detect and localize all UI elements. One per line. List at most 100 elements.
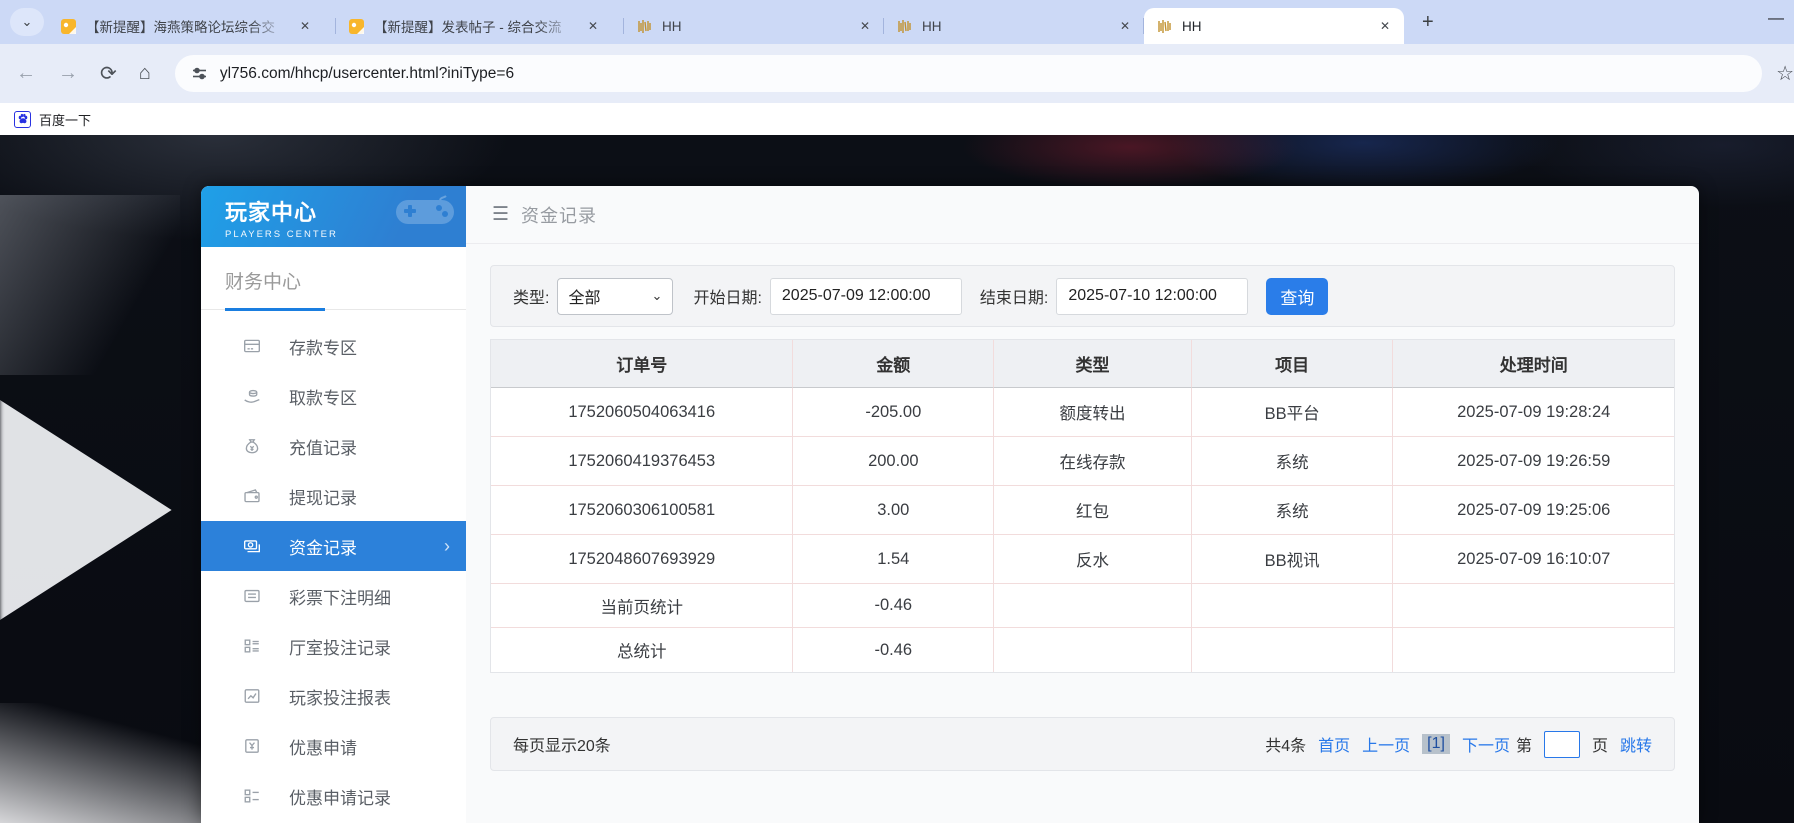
sidebar-item-label: 优惠申请 [289,734,357,759]
end-date-input[interactable] [1056,278,1248,315]
browser-tab-4[interactable]: HH✕ [884,8,1144,44]
site-settings-icon[interactable] [191,65,208,82]
funds-icon [243,536,263,556]
tab-title: 【新提醒】发表帖子 - 综合交流 [374,16,574,36]
table-cell: 系统 [1192,437,1394,486]
type-label: 类型: [513,284,549,308]
table-cell [994,584,1192,628]
tab-strip: ⌄ 【新提醒】海燕策略论坛综合交✕【新提醒】发表帖子 - 综合交流✕HH✕HH✕… [0,0,1794,44]
type-select-value: 全部 [568,284,600,308]
tab-title: HH [1182,19,1366,34]
table-cell: 系统 [1192,486,1394,535]
url-text: yl756.com/hhcp/usercenter.html?iniType=6 [220,65,514,83]
browser-tab-1[interactable]: 【新提醒】海燕策略论坛综合交✕ [48,8,336,44]
forum-favicon-icon [60,18,77,35]
background-streak [0,195,180,375]
table-cell: 1.54 [793,535,994,584]
reload-button[interactable]: ⟳ [100,61,117,86]
hh-favicon-icon [896,18,913,35]
hamburger-icon: ☰ [492,203,509,226]
prev-page-link[interactable]: 上一页 [1362,732,1410,756]
bookmark-baidu[interactable]: 百度一下 [14,110,91,129]
gamepad-icon [396,194,454,239]
table-cell: 2025-07-09 19:28:24 [1393,388,1674,437]
tab-search-button[interactable]: ⌄ [10,8,44,36]
table-row: 17520486076939291.54反水BB视讯2025-07-09 16:… [491,535,1674,584]
column-header: 处理时间 [1393,340,1674,388]
browser-tab-2[interactable]: 【新提醒】发表帖子 - 综合交流 ✕ [336,8,624,44]
first-page-link[interactable]: 首页 [1318,732,1350,756]
sidebar-item-withdraw[interactable]: 取款专区› [201,371,466,421]
forward-button[interactable]: → [58,62,78,85]
sidebar-item-funds[interactable]: 资金记录› [201,521,466,571]
user-center-panel: 玩家中心 PLAYERS CENTER 财务中心 [201,186,1699,823]
bookmarks-bar: 百度一下 [0,103,1794,135]
sidebar-menu: 存款专区›取款专区›充值记录›提现记录›资金记录›彩票下注明细›厅室投注记录›玩… [201,321,466,821]
sidebar-item-label: 厅室投注记录 [289,634,391,659]
page-prefix-label: 第 [1516,732,1532,756]
jump-link[interactable]: 跳转 [1620,732,1652,756]
sidebar-item-label: 资金记录 [289,534,357,559]
column-header: 订单号 [491,340,793,388]
table-cell: 2025-07-09 19:25:06 [1393,486,1674,535]
tab-close-icon[interactable]: ✕ [1376,17,1394,35]
promorec-icon [243,786,263,806]
sidebar-item-cashout[interactable]: 提现记录› [201,471,466,521]
sidebar-item-promorec[interactable]: 优惠申请记录› [201,771,466,821]
column-header: 金额 [793,340,994,388]
hh-favicon-icon [636,18,653,35]
sidebar-item-recharge[interactable]: 充值记录› [201,421,466,471]
table-cell: 当前页统计 [491,584,793,628]
window-minimize-button[interactable]: — [1768,10,1784,28]
page-title: 资金记录 [521,202,597,228]
home-button[interactable]: ⌂ [139,62,151,85]
table-cell: 2025-07-09 19:26:59 [1393,437,1674,486]
tab-close-icon[interactable]: ✕ [856,17,874,35]
tab-close-icon[interactable]: ✕ [584,17,602,35]
page-jump-input[interactable] [1544,731,1580,758]
table-cell: -0.46 [793,584,994,628]
bookmark-label: 百度一下 [39,110,91,129]
bookmark-star-icon[interactable]: ☆ [1776,61,1794,86]
table-cell: -0.46 [793,628,994,672]
sidebar: 玩家中心 PLAYERS CENTER 财务中心 [201,186,466,823]
sidebar-header: 玩家中心 PLAYERS CENTER [201,186,466,247]
sidebar-item-lottery[interactable]: 彩票下注明细› [201,571,466,621]
start-date-input[interactable] [770,278,962,315]
table-header-row: 订单号金额类型项目处理时间 [491,340,1674,388]
table-cell [1192,628,1394,672]
page-header: ☰ 资金记录 [466,186,1699,244]
forum-favicon-icon [348,18,365,35]
search-button[interactable]: 查询 [1266,278,1328,315]
sidebar-item-label: 优惠申请记录 [289,784,391,809]
table-cell [1393,628,1674,672]
table-cell: -205.00 [793,388,994,437]
table-cell: 总统计 [491,628,793,672]
tab-close-icon[interactable]: ✕ [296,17,314,35]
back-button[interactable]: ← [16,62,36,85]
next-page-link[interactable]: 下一页 [1462,732,1510,756]
browser-toolbar: ← → ⟳ ⌂ yl756.com/hhcp/usercenter.html?i… [0,44,1794,103]
table-cell: 1752060306100581 [491,486,793,535]
address-bar[interactable]: yl756.com/hhcp/usercenter.html?iniType=6 [175,55,1762,92]
browser-tab-3[interactable]: HH✕ [624,8,884,44]
browser-tab-5[interactable]: HH ✕ [1144,8,1404,44]
total-count-text: 共4条 [1265,732,1306,756]
type-select[interactable]: 全部 ⌄ [557,278,673,315]
new-tab-button[interactable]: + [1414,11,1442,38]
sidebar-item-promo[interactable]: 优惠申请› [201,721,466,771]
sidebar-item-label: 取款专区 [289,384,357,409]
tabs-container: 【新提醒】海燕策略论坛综合交✕【新提醒】发表帖子 - 综合交流✕HH✕HH✕HH… [48,8,1404,44]
sidebar-item-hall[interactable]: 厅室投注记录› [201,621,466,671]
tab-close-icon[interactable]: ✕ [1116,17,1134,35]
hall-icon [243,636,263,656]
table-cell: 2025-07-09 16:10:07 [1393,535,1674,584]
sidebar-item-deposit[interactable]: 存款专区› [201,321,466,371]
table-cell: 1752060504063416 [491,388,793,437]
table-cell: 200.00 [793,437,994,486]
table-row: 1752060419376453200.00在线存款系统2025-07-09 1… [491,437,1674,486]
table-cell [1192,584,1394,628]
filter-bar: 类型: 全部 ⌄ 开始日期: 结束日期: 查询 [490,265,1675,327]
sidebar-item-report[interactable]: 玩家投注报表› [201,671,466,721]
sidebar-item-label: 存款专区 [289,334,357,359]
